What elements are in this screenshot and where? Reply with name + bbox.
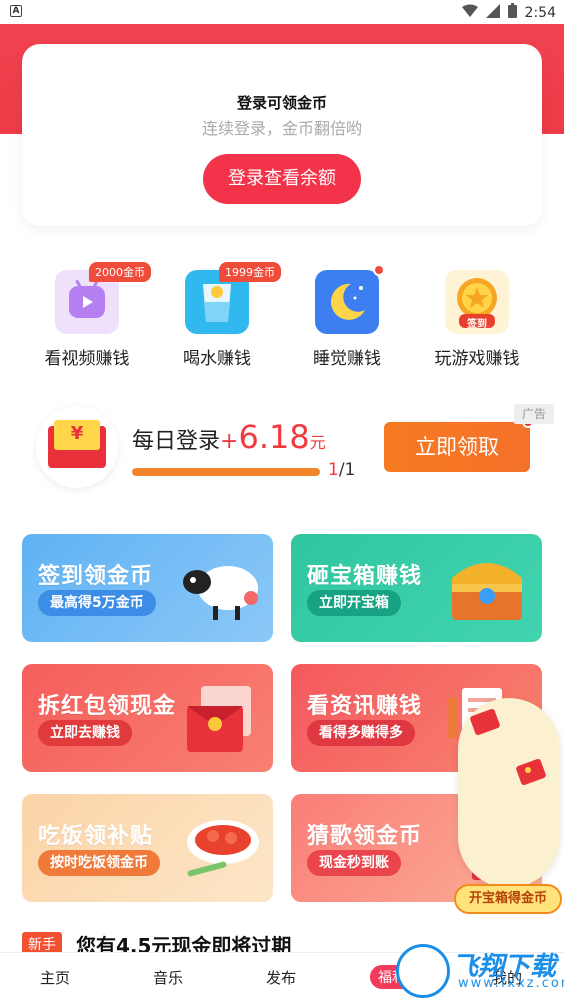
card-title: 签到领金币 xyxy=(38,564,154,589)
login-subtitle: 连续登录，金币翻倍哟 xyxy=(201,119,362,138)
daily-title: 每日登录+6.18元 xyxy=(132,418,326,456)
card-subtitle: 立即去赚钱 xyxy=(38,720,132,746)
quick-label: 玩游戏赚钱 xyxy=(434,349,520,369)
quick-label: 看视频赚钱 xyxy=(44,349,130,369)
card-title: 猜歌领金币 xyxy=(307,824,423,849)
quick-item-game[interactable]: 签到 玩游戏赚钱 xyxy=(417,260,537,369)
open-treasure-button[interactable]: 开宝箱得金币 xyxy=(454,884,562,914)
site-watermark: 飞翔下载 www.fxxz.com xyxy=(396,944,564,998)
sheep-icon xyxy=(183,566,258,620)
floating-widget[interactable] xyxy=(458,698,560,888)
wifi-icon xyxy=(461,4,478,22)
nav-home[interactable]: 主页 xyxy=(40,967,70,988)
nav-publish[interactable]: 发布 xyxy=(266,967,296,988)
quick-actions: 2000金币 看视频赚钱 1999金币 喝水赚钱 睡觉赚钱 签到 玩游戏赚钱 xyxy=(0,260,564,370)
notification-icon: A xyxy=(10,5,22,17)
battery-icon xyxy=(507,3,517,22)
daily-login-banner: ¥ 每日登录+6.18元 1/1 立即领取 广告 xyxy=(0,400,564,490)
task-card-red-packet[interactable]: 拆红包领现金 立即去赚钱 xyxy=(22,664,273,772)
quick-label: 睡觉赚钱 xyxy=(313,349,381,369)
game-icon-text: 签到 xyxy=(467,319,487,330)
red-envelope-icon: ¥ xyxy=(36,406,118,488)
login-title: 登录可领金币 xyxy=(236,94,327,112)
login-card: 登录可领金币 连续登录，金币翻倍哟 登录查看余额 xyxy=(22,44,542,226)
signal-icon xyxy=(485,3,500,22)
card-subtitle: 最高得5万金币 xyxy=(38,590,156,616)
card-title: 吃饭领补贴 xyxy=(38,824,154,849)
clock: 2:54 xyxy=(524,4,556,21)
watermark-logo-icon xyxy=(396,944,450,998)
task-card-checkin[interactable]: 签到领金币 最高得5万金币 xyxy=(22,534,273,642)
card-subtitle: 按时吃饭领金币 xyxy=(38,850,160,876)
card-subtitle: 看得多赚得多 xyxy=(307,720,415,746)
quick-item-water[interactable]: 1999金币 喝水赚钱 xyxy=(157,260,281,369)
daily-progress-text: 1/1 xyxy=(328,460,356,480)
quick-item-video[interactable]: 2000金币 看视频赚钱 xyxy=(27,260,151,369)
notification-dot xyxy=(373,264,385,276)
quick-badge: 1999金币 xyxy=(219,262,281,282)
task-card-treasure[interactable]: 砸宝箱赚钱 立即开宝箱 xyxy=(291,534,542,642)
treasure-chest-icon xyxy=(452,563,522,620)
task-card-meal[interactable]: 吃饭领补贴 按时吃饭领金币 xyxy=(22,794,273,902)
moon-icon xyxy=(315,264,385,334)
quick-label: 喝水赚钱 xyxy=(183,349,251,369)
card-title: 拆红包领现金 xyxy=(38,694,177,719)
daily-amount: 6.18 xyxy=(238,418,310,456)
red-envelope-icon xyxy=(187,686,251,752)
red-envelope-icon xyxy=(470,709,546,785)
login-button[interactable]: 登录查看余额 xyxy=(203,154,361,204)
daily-progress-bar xyxy=(132,468,320,476)
video-icon: 2000金币 xyxy=(55,262,151,334)
card-subtitle: 立即开宝箱 xyxy=(307,590,401,616)
quick-item-sleep[interactable]: 睡觉赚钱 xyxy=(287,260,407,369)
water-glass-icon: 1999金币 xyxy=(185,262,281,334)
status-bar: A 2:54 xyxy=(0,0,564,24)
food-plate-icon xyxy=(187,820,259,877)
nav-music[interactable]: 音乐 xyxy=(153,967,183,988)
game-coin-icon: 签到 xyxy=(445,270,509,334)
card-title: 看资讯赚钱 xyxy=(307,694,423,719)
ad-tag: 广告 xyxy=(514,404,554,424)
card-subtitle: 现金秒到账 xyxy=(307,850,401,876)
card-title: 砸宝箱赚钱 xyxy=(307,564,423,589)
quick-badge: 2000金币 xyxy=(89,262,151,282)
claim-button[interactable]: 立即领取 xyxy=(384,416,534,472)
